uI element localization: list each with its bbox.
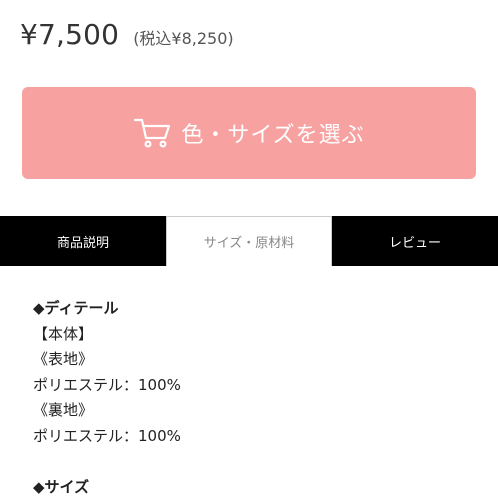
detail-line: 《表地》 [33, 350, 94, 368]
detail-line: 《裏地》 [33, 401, 94, 419]
cart-icon [133, 116, 173, 150]
select-color-size-button[interactable]: 色・サイズを選ぶ [22, 87, 476, 179]
detail-heading: ◆ディテール [33, 299, 119, 317]
detail-section: ◆ディテール 【本体】 《表地》 ポリエステル：100% 《裏地》 ポリエステル… [33, 296, 483, 501]
tab-product-description[interactable]: 商品説明 [0, 216, 166, 266]
size-heading: ◆サイズ [33, 478, 90, 496]
detail-line: 【本体】 [33, 324, 94, 343]
select-color-size-label: 色・サイズを選ぶ [181, 122, 365, 147]
price: ¥7,500 [20, 18, 120, 51]
price-row: ¥7,500 (税込¥8,250) [20, 18, 234, 58]
detail-line: ポリエステル：100% [33, 375, 181, 394]
tab-size-materials[interactable]: サイズ・原材料 [166, 216, 332, 266]
product-tabs: 商品説明 サイズ・原材料 レビュー [0, 216, 498, 266]
tax-included-price: (税込¥8,250) [133, 29, 234, 48]
tab-reviews[interactable]: レビュー [332, 216, 498, 266]
detail-line: ポリエステル：100% [33, 426, 181, 445]
